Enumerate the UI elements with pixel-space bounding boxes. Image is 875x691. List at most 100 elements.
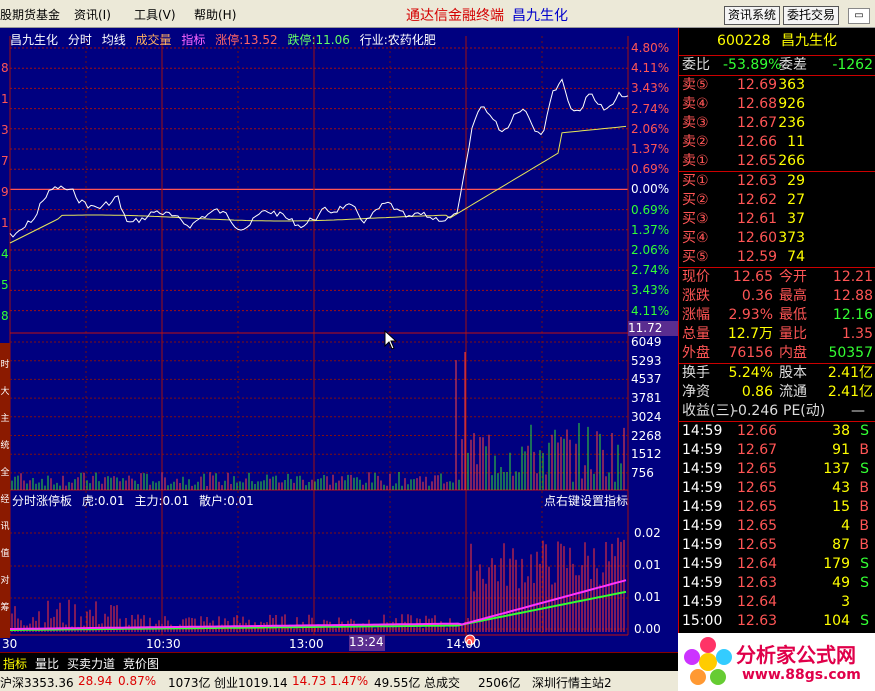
chart-stock-name: 昌九生化 — [10, 33, 59, 47]
tab-auction[interactable]: 竞价图 — [123, 655, 159, 672]
ask-label: 卖① — [682, 153, 709, 169]
side-tab-6[interactable]: 讯 — [0, 519, 10, 532]
time-cursor-label: 13:24 — [349, 635, 385, 651]
weibi-label: 委比 — [682, 57, 710, 73]
menu-item-funds[interactable]: 股期货基金 — [0, 6, 60, 23]
eps-value: -0.246 — [733, 403, 779, 419]
volume-axis-label: 756 — [631, 465, 654, 480]
sh-index: 沪深3353.36 — [0, 676, 74, 690]
bid-row: 买① 12.63 29 — [679, 172, 875, 191]
side-tab-8[interactable]: 对 — [0, 573, 10, 586]
side-tab-7[interactable]: 值 — [0, 546, 10, 559]
ask-volume: 236 — [778, 115, 805, 131]
left-axis-label: 1 — [1, 92, 9, 106]
price-axis-label: 0.69% — [631, 162, 670, 177]
tab-junxian[interactable]: 均线 — [102, 33, 126, 47]
bid-price: 12.62 — [737, 192, 778, 208]
trade-direction: B — [859, 442, 869, 458]
stat-value: 12.65 — [732, 269, 773, 285]
trade-row: 14:59 12.65 137 S — [679, 460, 875, 479]
side-tab-4[interactable]: 全 — [0, 465, 10, 478]
tab-volume-ratio[interactable]: 量比 — [35, 655, 59, 672]
bid-row: 买③ 12.61 37 — [679, 210, 875, 229]
chart-area[interactable]: 昌九生化 分时 均线 成交量 指标 涨停:13.52 跌停:11.06 行业:农… — [0, 28, 678, 652]
bid-price: 12.61 — [737, 211, 778, 227]
ask-volume: 363 — [778, 77, 805, 93]
trade-time: 15:00 — [682, 613, 723, 629]
bid-label: 买③ — [682, 211, 709, 227]
volume-axis-label: 2268 — [631, 428, 662, 443]
trade-volume: 91 — [832, 442, 850, 458]
trade-direction: S — [860, 461, 869, 477]
menu-item-tools[interactable]: 工具(V) — [134, 6, 176, 23]
trade-time: 14:59 — [682, 537, 723, 553]
left-axis-label: 8 — [1, 309, 9, 323]
trade-volume: 137 — [823, 461, 850, 477]
left-axis-label: 4 — [1, 247, 9, 261]
stats-block: 现价 12.65 今开 12.21 涨跌 0.36 最高 12.88 涨幅 2.93% 最低 12.1… — [679, 268, 875, 364]
limit-up-label: 涨停:13.52 — [215, 33, 278, 47]
trade-price: 12.65 — [737, 461, 778, 477]
ask-label: 卖③ — [682, 115, 709, 131]
trade-time: 14:59 — [682, 442, 723, 458]
trade-volume: 179 — [823, 556, 850, 572]
trade-time: 14:59 — [682, 461, 723, 477]
ask-row: 卖⑤ 12.69 363 — [679, 76, 875, 95]
ask-label: 卖④ — [682, 96, 709, 112]
side-toolbar[interactable]: 时 大 主 统 全 经 讯 值 对 筹 — [0, 343, 10, 638]
time-label-1400: 14:00 — [446, 637, 481, 651]
stat-value: 0.36 — [741, 288, 773, 304]
side-tab-3[interactable]: 统 — [0, 438, 10, 451]
stat-label: 外盘 — [682, 345, 710, 361]
flower-logo-icon — [684, 637, 732, 685]
side-tab-0[interactable]: 时 — [0, 357, 10, 370]
side-tab-2[interactable]: 主 — [0, 411, 10, 424]
ask-label: 卖② — [682, 134, 709, 150]
bid-label: 买④ — [682, 230, 709, 246]
quote-header: 600228 昌九生化 — [679, 28, 875, 56]
info-system-button[interactable]: 资讯系统 — [724, 6, 781, 25]
side-tab-1[interactable]: 大 — [0, 384, 10, 397]
left-axis-label: 8 — [1, 61, 9, 75]
price-axis-label: 0.00% — [631, 182, 670, 197]
price-axis-label: 4.11% — [631, 61, 670, 76]
menu-bar: 股期货基金 资讯(I) 工具(V) 帮助(H) 通达信金融终端 昌九生化 资讯系… — [0, 0, 875, 28]
stat-label: 最高 — [779, 288, 807, 304]
window-restore-icon[interactable]: ▭ — [848, 8, 870, 24]
stat-label: 流通 — [779, 384, 807, 400]
tab-fenshi[interactable]: 分时 — [68, 33, 92, 47]
stat-value: 2.41亿 — [827, 384, 873, 400]
eps-label: 收益(三) — [682, 403, 735, 419]
trade-price: 12.65 — [737, 480, 778, 496]
indicator-bars — [11, 537, 625, 632]
tab-volume[interactable]: 成交量 — [136, 33, 172, 47]
tab-indicator[interactable]: 指标 — [3, 655, 27, 672]
side-tab-9[interactable]: 筹 — [0, 600, 10, 613]
price-axis-label: 1.37% — [631, 142, 670, 156]
price-axis-label: 3.43% — [631, 283, 670, 298]
tab-buy-sell-power[interactable]: 买卖力道 — [67, 655, 115, 672]
trade-row: 14:59 12.65 4 B — [679, 517, 875, 536]
cy-change: 14.73 — [292, 674, 327, 688]
side-tab-5[interactable]: 经 — [0, 492, 10, 505]
ask-price: 12.65 — [737, 153, 778, 169]
bid-row: 买⑤ 12.59 74 — [679, 248, 875, 267]
menu-item-help[interactable]: 帮助(H) — [194, 6, 236, 23]
total-label: 总成交 — [424, 676, 461, 690]
indicator-axis-label: 0.01 — [634, 558, 661, 572]
order-trade-button[interactable]: 委托交易 — [783, 6, 840, 25]
left-axis-label: 5 — [1, 278, 9, 292]
indicator-axis-label: 0.01 — [634, 590, 661, 604]
indicator-settings-hint[interactable]: 点右键设置指标 — [544, 492, 628, 509]
menu-item-info[interactable]: 资讯(I) — [74, 6, 111, 23]
indicator-header: 分时涨停板 虎:0.01 主力:0.01 散户:0.01 — [12, 492, 254, 509]
cy-amount: 49.55亿 — [374, 676, 421, 690]
trade-direction: B — [859, 537, 869, 553]
price-axis-label: 2.74% — [631, 101, 670, 116]
tab-index[interactable]: 指标 — [181, 33, 205, 47]
left-axis-label: 9 — [1, 185, 9, 199]
bid-label: 买② — [682, 192, 709, 208]
watermark-logo: 分析家公式网 www.88gs.com — [678, 633, 875, 691]
indicator-axis-label: 0.00 — [634, 622, 661, 636]
indicator-zhuli: 主力:0.01 — [134, 494, 190, 508]
